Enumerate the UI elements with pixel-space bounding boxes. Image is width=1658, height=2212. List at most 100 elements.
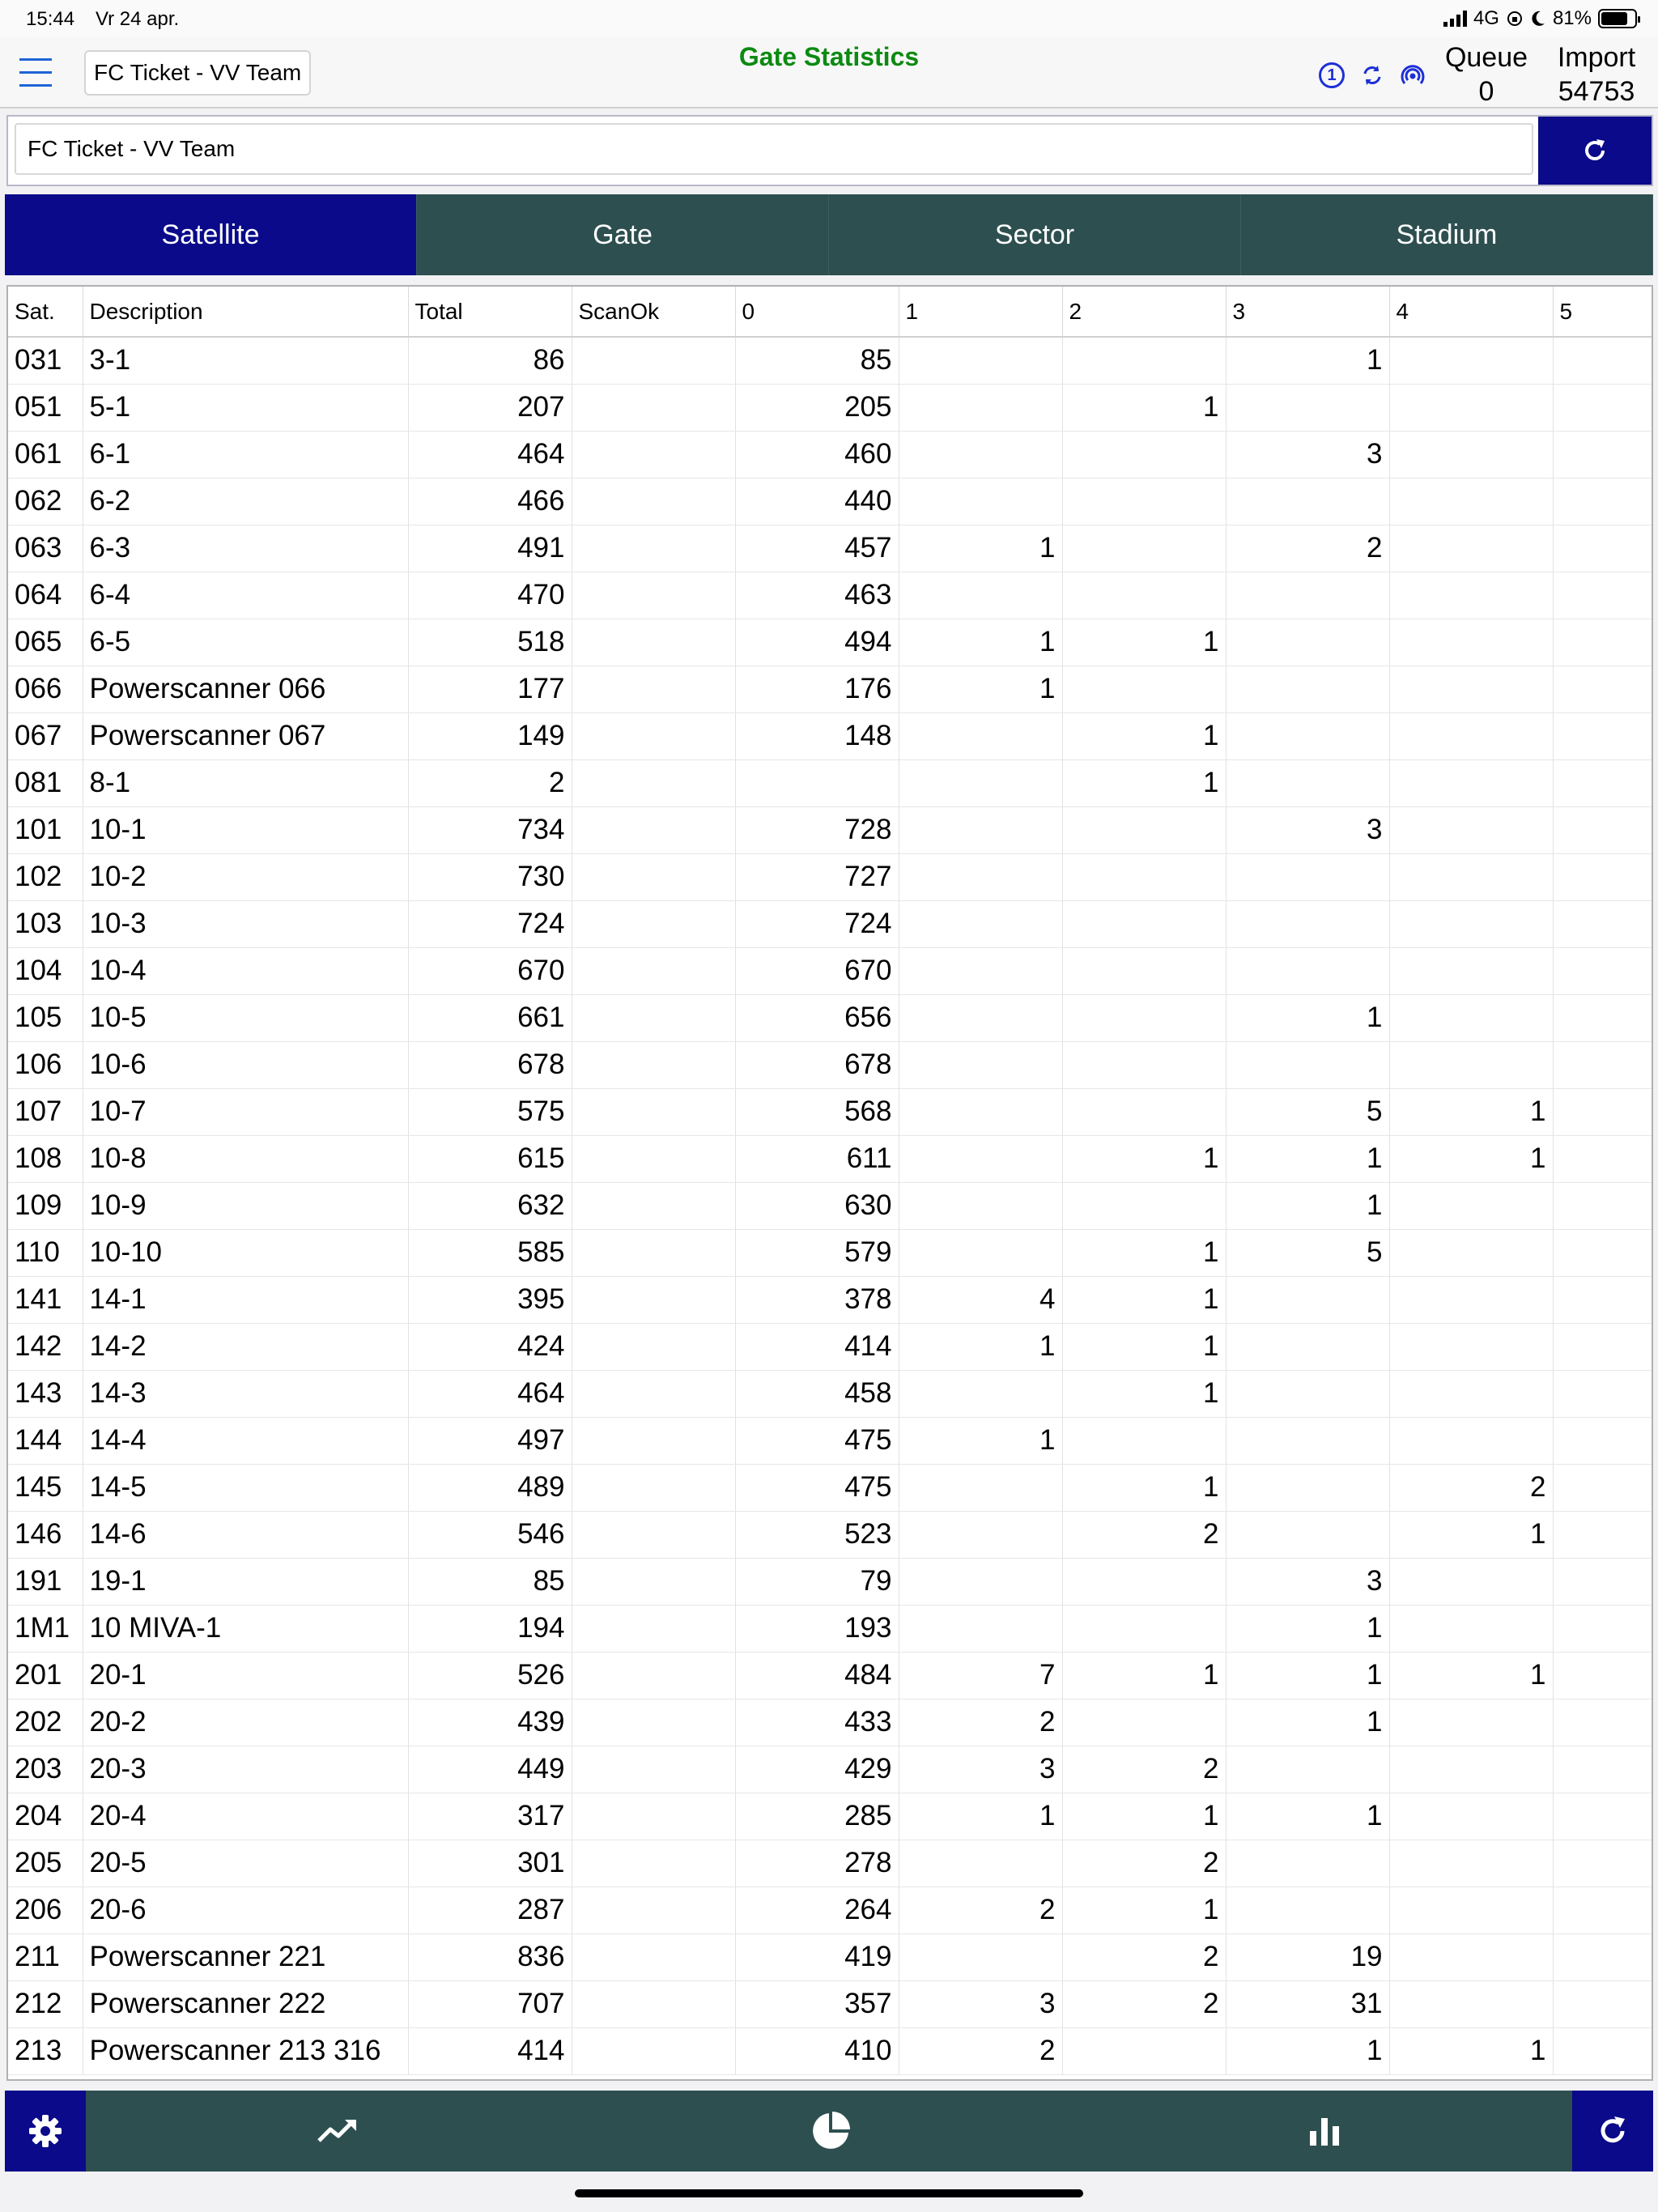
value-cell: [572, 572, 736, 619]
value-cell: 31: [1226, 1980, 1390, 2028]
battery-fill: [1601, 12, 1628, 25]
value-cell: 207: [408, 384, 572, 432]
column-header[interactable]: Description: [83, 287, 409, 338]
table-row[interactable]: 106 10-6 678 678: [8, 1041, 1652, 1089]
table-row[interactable]: 062 6-2 466 440: [8, 478, 1652, 525]
column-header[interactable]: 1: [899, 287, 1063, 338]
table-row[interactable]: 102 10-2 730 727: [8, 853, 1652, 901]
table-row[interactable]: 1M1 10 MIVA-1 194 193 1: [8, 1605, 1652, 1653]
sat-cell: 081: [8, 759, 83, 807]
description-cell: 14-3: [83, 1370, 409, 1418]
value-cell: [1553, 1417, 1652, 1465]
value-cell: 724: [408, 900, 572, 948]
table-row[interactable]: 211 Powerscanner 221 836 419 2 19: [8, 1933, 1652, 1981]
menu-icon[interactable]: [19, 58, 52, 87]
description-cell: 6-3: [83, 525, 409, 572]
table-row[interactable]: 110 10-10 585 579 1 5: [8, 1229, 1652, 1277]
table-row[interactable]: 191 19-1 85 79 3: [8, 1558, 1652, 1606]
value-cell: 526: [408, 1652, 572, 1699]
team-filter-input[interactable]: [15, 123, 1533, 175]
table-row[interactable]: 213 Powerscanner 213 316 414 410 2 1 1: [8, 2027, 1652, 2075]
value-cell: [1226, 1887, 1390, 1934]
table-row[interactable]: 141 14-1 395 378 4 1: [8, 1276, 1652, 1324]
pie-chart-button[interactable]: [790, 2091, 871, 2172]
sync-icon[interactable]: [1358, 62, 1386, 89]
table-row[interactable]: 146 14-6 546 523 2 1: [8, 1511, 1652, 1559]
value-cell: 728: [735, 806, 899, 854]
trend-button[interactable]: [296, 2091, 377, 2172]
team-selector[interactable]: FC Ticket - VV Team: [84, 50, 312, 96]
column-header[interactable]: Total: [408, 287, 572, 338]
broadcast-icon[interactable]: [1399, 62, 1426, 89]
sat-cell: 107: [8, 1088, 83, 1136]
table-row[interactable]: 061 6-1 464 460 3: [8, 431, 1652, 479]
sat-cell: 110: [8, 1229, 83, 1277]
value-cell: [1553, 1041, 1652, 1089]
tab-gate[interactable]: Gate: [417, 194, 829, 275]
table-row[interactable]: 081 8-1 2 1: [8, 759, 1652, 807]
value-cell: [1226, 713, 1390, 760]
column-header[interactable]: 0: [735, 287, 899, 338]
sat-cell: 211: [8, 1933, 83, 1981]
value-cell: 395: [408, 1276, 572, 1324]
description-cell: 6-4: [83, 572, 409, 619]
refresh-icon: [1601, 2116, 1625, 2143]
table-row[interactable]: 201 20-1 526 484 7 1 1 1: [8, 1652, 1652, 1699]
tab-satellite[interactable]: Satellite: [5, 194, 417, 275]
value-cell: [572, 1417, 736, 1465]
table-row[interactable]: 066 Powerscanner 066 177 176 1: [8, 666, 1652, 713]
table-row[interactable]: 145 14-5 489 475 1 2: [8, 1464, 1652, 1512]
table-row[interactable]: 107 10-7 575 568 5 1: [8, 1088, 1652, 1136]
info-one-icon[interactable]: 1: [1318, 62, 1346, 89]
table-row[interactable]: 205 20-5 301 278 2: [8, 1840, 1652, 1887]
table-row[interactable]: 063 6-3 491 457 1 2: [8, 525, 1652, 572]
column-header[interactable]: 3: [1226, 287, 1390, 338]
table-row[interactable]: 206 20-6 287 264 2 1: [8, 1887, 1652, 1934]
table-row[interactable]: 108 10-8 615 611 1 1 1: [8, 1135, 1652, 1183]
table-row[interactable]: 051 5-1 207 205 1: [8, 384, 1652, 432]
column-header[interactable]: 5: [1553, 287, 1652, 338]
table-row[interactable]: 212 Powerscanner 222 707 357 3 2 31: [8, 1980, 1652, 2028]
table-row[interactable]: 202 20-2 439 433 2 1: [8, 1699, 1652, 1746]
table-row[interactable]: 144 14-4 497 475 1: [8, 1417, 1652, 1465]
table-row[interactable]: 109 10-9 632 630 1: [8, 1182, 1652, 1230]
description-cell: 10-9: [83, 1182, 409, 1230]
bar-chart-button[interactable]: [1284, 2091, 1365, 2172]
value-cell: [1062, 431, 1226, 479]
table-row[interactable]: 203 20-3 449 429 3 2: [8, 1746, 1652, 1793]
table-row[interactable]: 064 6-4 470 463: [8, 572, 1652, 619]
tab-sector[interactable]: Sector: [829, 194, 1241, 275]
column-header[interactable]: ScanOk: [572, 287, 736, 338]
column-header[interactable]: 4: [1389, 287, 1554, 338]
value-cell: 1: [1226, 1135, 1390, 1183]
value-cell: [572, 1276, 736, 1324]
table-row[interactable]: 105 10-5 661 656 1: [8, 994, 1652, 1042]
table-row[interactable]: 143 14-3 464 458 1: [8, 1370, 1652, 1418]
value-cell: 301: [408, 1840, 572, 1887]
table-row[interactable]: 103 10-3 724 724: [8, 900, 1652, 948]
table-row[interactable]: 031 3-1 86 85 1: [8, 337, 1652, 385]
table-row[interactable]: 142 14-2 424 414 1 1: [8, 1323, 1652, 1371]
column-header[interactable]: Sat.: [8, 287, 83, 338]
value-cell: [572, 1229, 736, 1277]
refresh-button[interactable]: [1538, 117, 1652, 185]
value-cell: [1062, 666, 1226, 713]
column-header[interactable]: 2: [1062, 287, 1226, 338]
value-cell: 2: [899, 2027, 1063, 2075]
settings-button[interactable]: [5, 2091, 86, 2172]
value-cell: [1389, 337, 1554, 385]
table-row[interactable]: 104 10-4 670 670: [8, 947, 1652, 995]
value-cell: [572, 1464, 736, 1512]
value-cell: [572, 1605, 736, 1653]
table-row[interactable]: 204 20-4 317 285 1 1 1: [8, 1793, 1652, 1840]
table-row[interactable]: 101 10-1 734 728 3: [8, 806, 1652, 854]
value-cell: [1389, 1323, 1554, 1371]
table-row[interactable]: 067 Powerscanner 067 149 148 1: [8, 713, 1652, 760]
tab-stadium[interactable]: Stadium: [1241, 194, 1653, 275]
table-body: 031 3-1 86 85 1 051 5-1 207 205 1 061 6-1 464 460 3 062…: [8, 337, 1652, 2075]
table-row[interactable]: 065 6-5 518 494 1 1: [8, 619, 1652, 666]
bottom-refresh-button[interactable]: [1572, 2091, 1653, 2172]
statistics-table[interactable]: Sat. Description Total ScanOk 0 1 2 3 4 5 031 3-1 8…: [6, 285, 1653, 2081]
sat-cell: 063: [8, 525, 83, 572]
sat-cell: 031: [8, 337, 83, 385]
